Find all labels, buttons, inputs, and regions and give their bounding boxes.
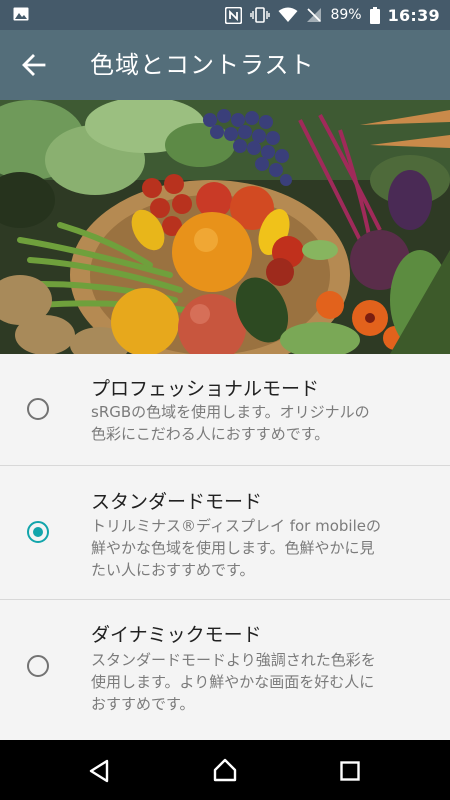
option-standard-mode[interactable]: スタンダードモード トリルミナス®ディスプレイ for mobileの 鮮やかな… — [0, 466, 450, 600]
status-bar: 89% 16:39 — [0, 0, 450, 30]
description-line: 使用します。より鮮やかな画面を好む人に — [91, 673, 375, 691]
page-title: 色域とコントラスト — [90, 51, 315, 79]
vegetables-header-image — [0, 100, 450, 354]
battery-icon — [369, 6, 380, 24]
image-notification-icon — [13, 7, 29, 21]
radio-button-dynamic[interactable] — [27, 655, 49, 677]
option-professional-mode[interactable]: プロフェッショナルモード sRGBの色域を使用します。オリジナルの 色彩にこだわ… — [0, 354, 450, 466]
nfc-icon — [225, 6, 243, 24]
description-line: たい人におすすめです。 — [91, 561, 255, 579]
description-line: 鮮やかな色域を使用します。色鮮やかに見 — [91, 539, 375, 557]
description-line: おすすめです。 — [91, 695, 195, 713]
vibrate-icon — [250, 7, 271, 23]
back-arrow-icon[interactable] — [20, 51, 48, 79]
description-line: スタンダードモードより強調された色彩を — [91, 651, 376, 669]
option-title: ダイナミックモード — [91, 624, 262, 646]
option-title: スタンダードモード — [91, 491, 263, 513]
color-mode-list: プロフェッショナルモード sRGBの色域を使用します。オリジナルの 色彩にこだわ… — [0, 354, 450, 740]
option-description: トリルミナス®ディスプレイ for mobileの 鮮やかな色域を使用します。色… — [91, 515, 431, 581]
no-signal-icon — [307, 8, 322, 22]
description-line: sRGBの色域を使用します。オリジナルの — [91, 403, 370, 421]
app-bar: 色域とコントラスト — [0, 30, 450, 100]
home-icon[interactable] — [213, 758, 237, 782]
radio-button-professional[interactable] — [27, 398, 49, 420]
battery-percent: 89% — [330, 7, 362, 23]
option-description: sRGBの色域を使用します。オリジナルの 色彩にこだわる人におすすめです。 — [91, 401, 431, 445]
back-triangle-icon[interactable] — [88, 759, 110, 783]
option-description: スタンダードモードより強調された色彩を 使用します。より鮮やかな画面を好む人に … — [91, 649, 431, 715]
description-line: 色彩にこだわる人におすすめです。 — [91, 425, 330, 443]
recents-icon[interactable] — [340, 761, 360, 781]
navigation-bar — [0, 740, 450, 800]
wifi-icon — [278, 7, 298, 22]
radio-button-standard-selected[interactable] — [27, 521, 49, 543]
clock: 16:39 — [387, 5, 440, 25]
description-line: トリルミナス®ディスプレイ for mobileの — [91, 517, 381, 535]
option-dynamic-mode[interactable]: ダイナミックモード スタンダードモードより強調された色彩を 使用します。より鮮や… — [0, 600, 450, 740]
option-title: プロフェッショナルモード — [91, 378, 320, 400]
